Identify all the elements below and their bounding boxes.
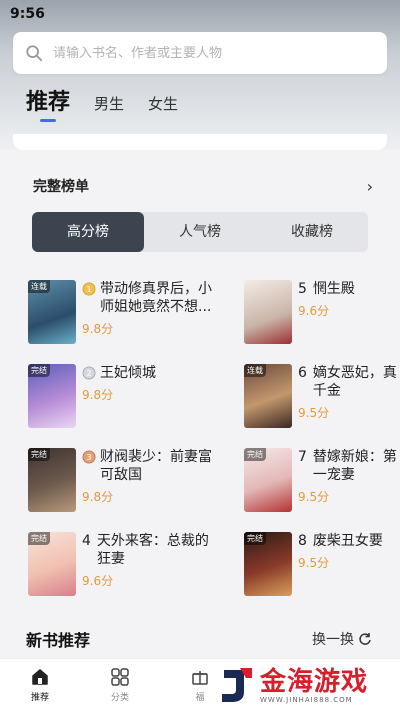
watermark-subtitle: WWW.JINHAI888.COM — [260, 696, 353, 704]
book-item[interactable]: 连载 6 嫡女恶妃，真千金 9.5分 — [244, 364, 400, 434]
ranking-list: 连载 1 带动修真界后，小师姐她竟然不想... 9.8分 5 惘生殿 9.6分 … — [28, 280, 397, 610]
book-title: 财阀裴少：前妻富可敌国 — [100, 449, 212, 483]
svg-text:3: 3 — [86, 453, 91, 462]
book-status-tag: 完结 — [28, 532, 50, 545]
book-title: 嫡女恶妃，真千金 — [312, 365, 397, 399]
book-status-tag: 完结 — [28, 448, 50, 461]
ranking-header[interactable]: 完整榜单 › — [33, 174, 373, 198]
refresh-icon — [359, 633, 371, 645]
book-item[interactable]: 完结 2 王妃倾城 9.8分 — [28, 364, 200, 434]
book-cover: 完结 — [28, 532, 76, 596]
new-books-header: 新书推荐 换一换 — [13, 624, 387, 654]
book-status-tag: 连载 — [28, 280, 50, 293]
watermark-logo: 金海游戏 WWW.JINHAI888.COM — [218, 664, 388, 708]
book-title: 惘生殿 — [312, 281, 355, 297]
category-tabs: 推荐 男生 女生 — [26, 86, 202, 122]
search-icon — [26, 45, 43, 62]
silver-medal-icon: 2 — [82, 366, 96, 380]
book-item[interactable]: 完结 3 财阀裴少：前妻富可敌国 9.8分 — [28, 448, 212, 518]
svg-text:1: 1 — [86, 285, 91, 294]
book-item[interactable]: 完结 7 替嫁新娘：第一宠妻 9.5分 — [244, 448, 400, 518]
nav-label: 分类 — [110, 693, 129, 703]
book-title: 天外来客：总裁的狂妻 — [96, 533, 209, 567]
book-title: 替嫁新娘：第一宠妻 — [312, 449, 397, 483]
book-status-tag: 连载 — [244, 364, 266, 377]
book-score: 9.8分 — [82, 490, 114, 504]
gift-icon — [192, 671, 208, 685]
book-item[interactable]: 5 惘生殿 9.6分 — [244, 280, 400, 350]
watermark-j-icon — [222, 668, 252, 702]
book-status-tag: 完结 — [28, 364, 50, 377]
rank-number: 6 — [298, 365, 307, 381]
book-cover: 连载 — [28, 280, 76, 344]
book-score: 9.8分 — [82, 322, 114, 336]
segment-high-score[interactable]: 高分榜 — [32, 212, 144, 252]
book-item[interactable]: 连载 1 带动修真界后，小师姐她竟然不想... 9.8分 — [28, 280, 212, 350]
nav-recommend[interactable]: 推荐 — [0, 659, 80, 711]
book-score: 9.6分 — [298, 304, 330, 318]
book-item[interactable]: 完结 4 天外来客：总裁的狂妻 9.6分 — [28, 532, 209, 602]
rank-number: 8 — [298, 533, 307, 549]
book-item[interactable]: 完结 8 废柴丑女要 9.5分 — [244, 532, 400, 602]
book-status-tag: 完结 — [244, 532, 266, 545]
book-cover: 完结 — [244, 448, 292, 512]
tab-recommend[interactable]: 推荐 — [26, 84, 70, 122]
status-bar-time: 9:56 — [10, 6, 45, 22]
watermark-title: 金海游戏 — [260, 667, 369, 697]
tab-male[interactable]: 男生 — [94, 93, 124, 122]
grid-icon — [111, 668, 129, 686]
book-status-tag: 完结 — [244, 448, 266, 461]
book-title: 带动修真界后，小师姐她竟然不想... — [100, 281, 212, 315]
banner-card[interactable] — [13, 134, 387, 150]
book-cover: 连载 — [244, 364, 292, 428]
nav-label: 福 — [195, 693, 205, 703]
ranking-segment-control: 高分榜 人气榜 收藏榜 — [32, 212, 368, 252]
rank-number: 7 — [298, 449, 307, 465]
book-title: 废柴丑女要 — [312, 533, 383, 549]
home-icon — [32, 669, 48, 685]
book-score: 9.5分 — [298, 556, 330, 570]
book-cover: 完结 — [244, 532, 292, 596]
new-books-title: 新书推荐 — [26, 631, 91, 650]
chevron-right-icon[interactable]: › — [367, 177, 373, 196]
book-score: 9.5分 — [298, 406, 330, 420]
bronze-medal-icon: 3 — [82, 450, 96, 464]
refresh-button[interactable]: 换一换 — [312, 629, 372, 649]
book-cover — [244, 280, 292, 344]
rank-number: 5 — [298, 281, 307, 297]
search-box[interactable] — [13, 32, 387, 74]
book-title: 王妃倾城 — [100, 365, 156, 381]
gold-medal-icon: 1 — [82, 282, 96, 296]
book-score: 9.6分 — [82, 574, 114, 588]
segment-popular[interactable]: 人气榜 — [144, 212, 256, 252]
book-score: 9.5分 — [298, 490, 330, 504]
ranking-title: 完整榜单 — [33, 179, 89, 195]
book-cover: 完结 — [28, 364, 76, 428]
nav-category[interactable]: 分类 — [80, 659, 160, 711]
svg-text:2: 2 — [86, 369, 91, 378]
book-cover: 完结 — [28, 448, 76, 512]
tab-female[interactable]: 女生 — [148, 93, 178, 122]
nav-label: 推荐 — [30, 693, 49, 703]
segment-favorites[interactable]: 收藏榜 — [256, 212, 368, 252]
rank-number: 4 — [82, 533, 91, 549]
refresh-label: 换一换 — [312, 632, 354, 648]
ranking-section: 完整榜单 › 高分榜 人气榜 收藏榜 连载 1 带动修真界后，小师姐她竟然不想.… — [13, 160, 397, 610]
search-input[interactable] — [53, 45, 353, 61]
book-score: 9.8分 — [82, 388, 114, 402]
